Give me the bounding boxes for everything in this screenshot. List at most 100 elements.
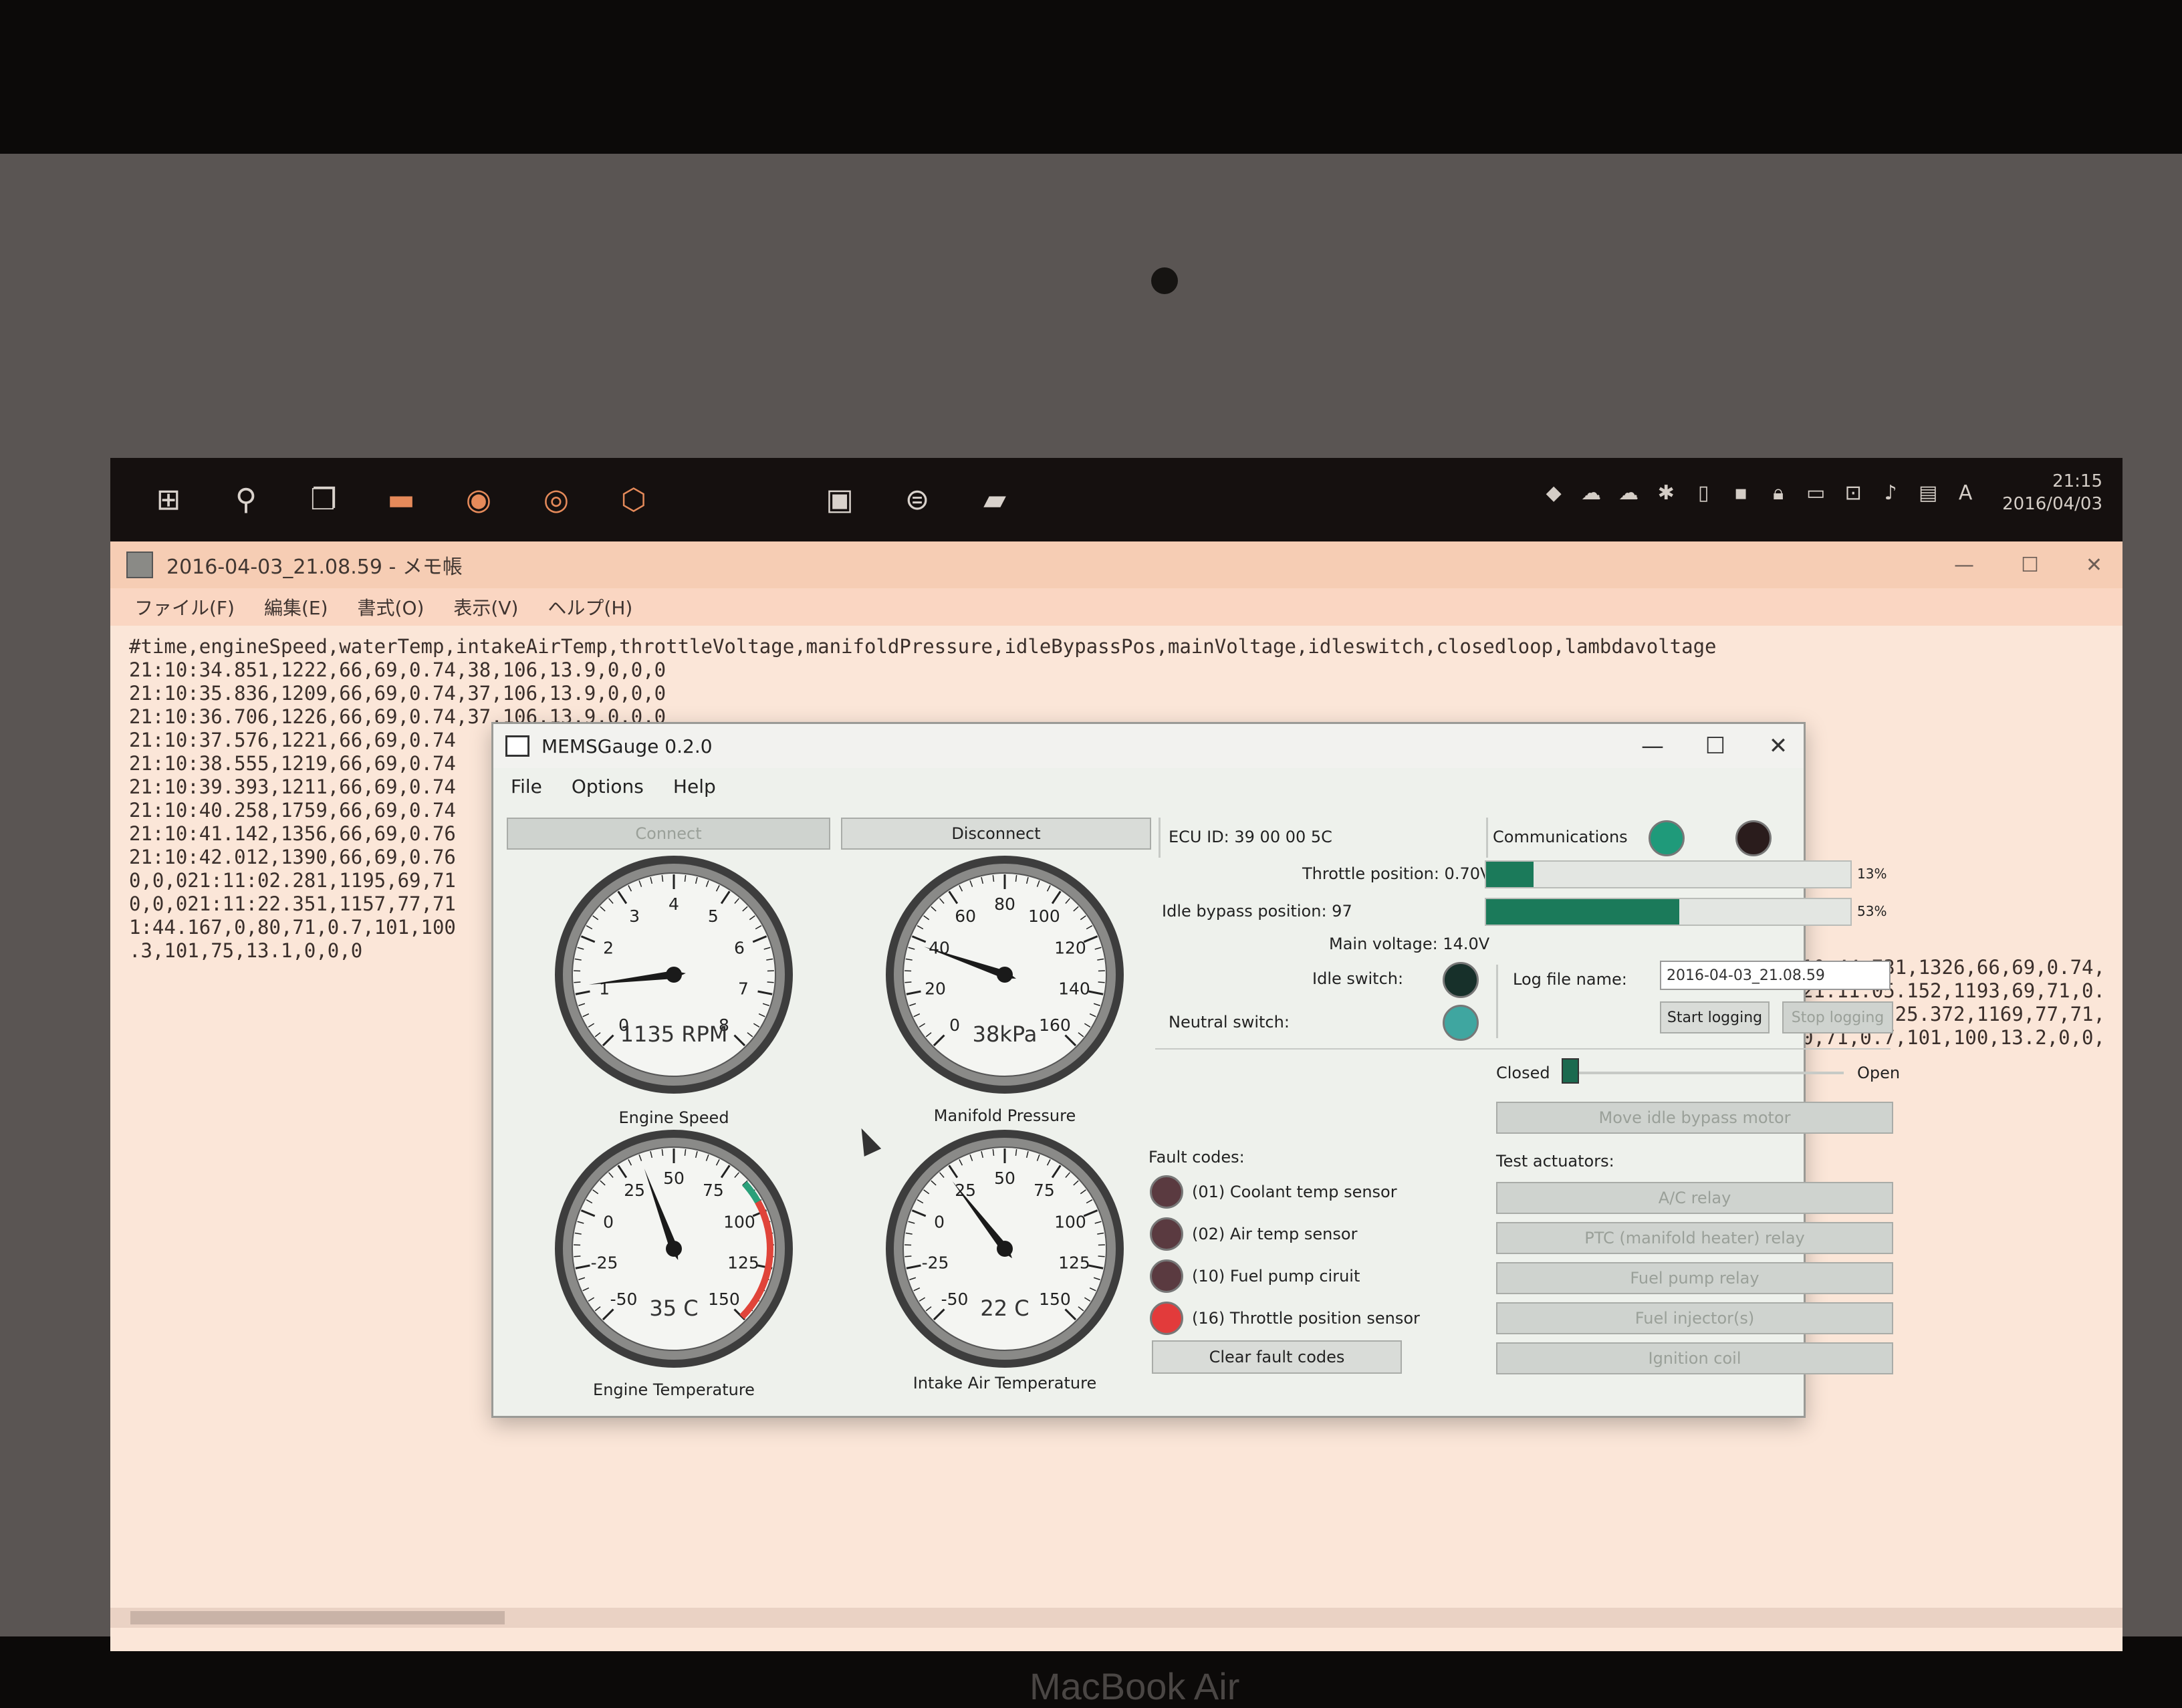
idle-bypass-percent: 53% xyxy=(1857,903,1887,919)
log-file-label: Log file name: xyxy=(1513,970,1627,989)
idle-switch-led xyxy=(1443,962,1479,998)
tray-bluetooth-icon[interactable]: ✱ xyxy=(1656,481,1676,505)
search-icon[interactable]: ⚲ xyxy=(227,481,265,519)
close-icon[interactable]: ✕ xyxy=(2086,554,2102,577)
ignition-coil-button[interactable]: Ignition coil xyxy=(1496,1342,1893,1374)
menu-format[interactable]: 書式(O) xyxy=(358,594,425,620)
menu-edit[interactable]: 編集(E) xyxy=(264,594,328,620)
scrollbar-thumb[interactable] xyxy=(130,1611,505,1624)
manifold-pressure-caption: Manifold Pressure xyxy=(871,1106,1138,1125)
tray-usb-icon[interactable]: ▯ xyxy=(1693,481,1713,505)
taskbar-clock[interactable]: 21:15 2016/04/03 xyxy=(2002,470,2102,515)
chrome-icon[interactable]: ◉ xyxy=(459,481,498,519)
gauge-tick-label: 125 xyxy=(727,1253,759,1273)
menu-file[interactable]: File xyxy=(511,775,542,798)
separator xyxy=(1496,965,1498,1038)
idle-bypass-slider-track[interactable] xyxy=(1563,1072,1844,1074)
tray-notification-icon[interactable]: ▤ xyxy=(1918,481,1938,505)
disconnect-button[interactable]: Disconnect xyxy=(841,818,1151,850)
gauge-tick-label: 2 xyxy=(603,938,614,957)
gauge-hub xyxy=(997,967,1013,983)
gauge-tick-label: 75 xyxy=(703,1181,724,1200)
menu-file[interactable]: ファイル(F) xyxy=(134,594,235,620)
tray-ime-icon[interactable]: A xyxy=(1955,481,1975,505)
gauge-tick-label: 160 xyxy=(1039,1015,1071,1035)
webcam xyxy=(1151,267,1178,294)
task-view-icon[interactable]: ❐ xyxy=(304,481,343,519)
throttle-position-bar xyxy=(1485,860,1852,888)
tray-vm-icon[interactable]: ▪ xyxy=(1731,481,1751,505)
file-explorer-icon[interactable]: ▬ xyxy=(382,481,420,519)
engine-temperature-gauge: -50-25025507510012515035 C xyxy=(550,1125,798,1372)
horizontal-scrollbar[interactable] xyxy=(110,1608,2123,1628)
gauge-tick-label: 75 xyxy=(1034,1181,1055,1200)
clear-fault-codes-button[interactable]: Clear fault codes xyxy=(1152,1340,1402,1374)
engine-speed-caption: Engine Speed xyxy=(540,1108,808,1127)
gauge-tick xyxy=(574,1256,580,1257)
windows-icon[interactable]: ⊞ xyxy=(149,481,188,519)
notepad-title: 2016-04-03_21.08.59 - メモ帳 xyxy=(166,550,463,580)
maximize-icon[interactable]: ☐ xyxy=(2021,554,2039,577)
tray-volume-icon[interactable]: ♪ xyxy=(1881,481,1901,505)
menu-help[interactable]: Help xyxy=(673,775,716,798)
tray-lock-icon[interactable]: 🔒︎ xyxy=(1768,481,1788,505)
connect-button[interactable]: Connect xyxy=(507,818,830,850)
network-app-icon[interactable]: ⊜ xyxy=(898,481,937,519)
tray-cloud-icon[interactable]: ☁ xyxy=(1581,481,1601,505)
closed-label: Closed xyxy=(1496,1064,1550,1082)
maximize-icon[interactable]: ☐ xyxy=(1703,733,1727,759)
close-icon[interactable]: ✕ xyxy=(1766,733,1790,759)
minimize-icon[interactable]: — xyxy=(1954,554,1974,577)
gauge-hub xyxy=(666,1241,682,1257)
ac-relay-button[interactable]: A/C relay xyxy=(1496,1182,1893,1214)
taskbar: ⊞ ⚲ ❐ ▬ ◉ ◎ ⬡ ▣ ⊜ ▰ ◆ ☁ ☁ ✱ ▯ ▪ 🔒︎ ▭ ⊡ ♪… xyxy=(110,458,2123,541)
clock-time: 21:15 xyxy=(2002,470,2102,493)
idle-bypass-slider-thumb[interactable] xyxy=(1562,1058,1579,1084)
text-line: 21:10:34.851,1222,66,69,0.74,38,106,13.9… xyxy=(129,658,2108,682)
log-file-input[interactable] xyxy=(1660,961,1891,990)
fuel-pump-relay-button[interactable]: Fuel pump relay xyxy=(1496,1262,1893,1294)
engine-speed-gauge: 0123456781135 RPM xyxy=(550,851,798,1098)
gauge-tick-label: 0 xyxy=(934,1212,945,1231)
laptop-brand: MacBook Air xyxy=(1029,1665,1239,1708)
comm-rx-led xyxy=(1649,820,1685,856)
tray-network-icon[interactable]: ⊡ xyxy=(1843,481,1863,505)
tablet-icon[interactable]: ▰ xyxy=(975,481,1014,519)
fault-throttle-label: (16) Throttle position sensor xyxy=(1192,1309,1420,1328)
system-tray: ◆ ☁ ☁ ✱ ▯ ▪ 🔒︎ ▭ ⊡ ♪ ▤ A 21:15 2016/04/0… xyxy=(1526,470,2102,515)
tray-onedrive-icon[interactable]: ☁ xyxy=(1618,481,1639,505)
paint-icon[interactable]: ⬡ xyxy=(614,481,653,519)
menu-help[interactable]: ヘルプ(H) xyxy=(548,594,632,620)
move-idle-bypass-button[interactable]: Move idle bypass motor xyxy=(1496,1102,1893,1134)
fuel-injector-button[interactable]: Fuel injector(s) xyxy=(1496,1302,1893,1334)
panel-icon[interactable]: ▣ xyxy=(820,481,859,519)
separator xyxy=(1159,818,1161,858)
fault-led-fuel-pump xyxy=(1150,1259,1183,1293)
menu-options[interactable]: Options xyxy=(572,775,644,798)
start-logging-button[interactable]: Start logging xyxy=(1660,1001,1770,1033)
gauge-tick-label: 50 xyxy=(663,1169,685,1188)
gauge-tick-label: 125 xyxy=(1058,1253,1090,1273)
memsgauge-app-icon xyxy=(505,735,529,757)
separator xyxy=(1155,1048,1891,1050)
menu-view[interactable]: 表示(V) xyxy=(453,594,518,620)
gauge-tick-label: 20 xyxy=(925,979,946,999)
firefox-icon[interactable]: ◎ xyxy=(537,481,576,519)
text-line: 21:10:35.836,1209,66,69,0.74,37,106,13.9… xyxy=(129,682,2108,705)
gauge-readout: 22 C xyxy=(980,1296,1029,1321)
gauge-tick-label: 50 xyxy=(994,1169,1015,1188)
gauge-tick-label: 7 xyxy=(738,979,749,999)
gauge-tick-label: 0 xyxy=(949,1015,960,1035)
tray-app-icon[interactable]: ◆ xyxy=(1544,481,1564,505)
open-label: Open xyxy=(1857,1064,1900,1082)
ptc-relay-button[interactable]: PTC (manifold heater) relay xyxy=(1496,1222,1893,1254)
gauge-tick-label: 5 xyxy=(708,906,719,926)
gauge-tick xyxy=(1098,1256,1105,1257)
intake-air-temperature-caption: Intake Air Temperature xyxy=(871,1374,1138,1392)
minimize-icon[interactable]: — xyxy=(1641,733,1665,759)
stop-logging-button[interactable]: Stop logging xyxy=(1782,1001,1893,1033)
idle-bypass-bar xyxy=(1485,898,1852,926)
gauge-tick-label: 6 xyxy=(734,938,745,957)
gauge-readout: 35 C xyxy=(649,1296,698,1321)
tray-battery-icon[interactable]: ▭ xyxy=(1806,481,1826,505)
